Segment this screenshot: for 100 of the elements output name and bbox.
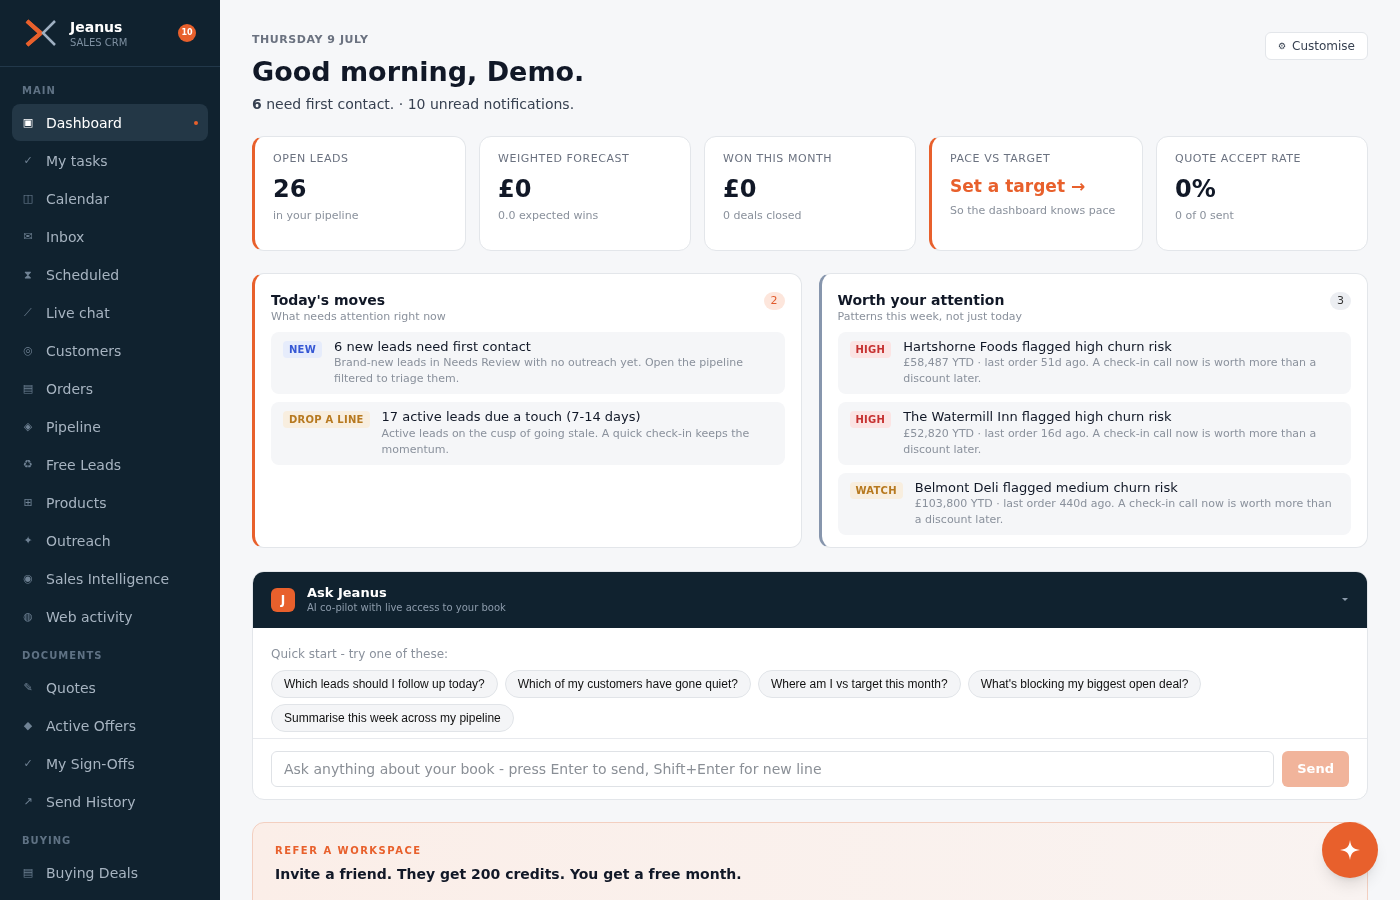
stat-value: £0 [498, 173, 533, 204]
sidebar-item[interactable]: ♻ Free Leads [12, 446, 208, 483]
caret-icon[interactable] [1341, 597, 1349, 603]
sidebar-item[interactable]: ◍ Web activity [12, 598, 208, 635]
section-heading: MAIN [21, 84, 57, 98]
logo-icon [24, 18, 58, 48]
suggestion-chip[interactable]: Where am I vs target this month? [757, 669, 961, 698]
stat-note: 0.0 expected wins [498, 207, 600, 223]
item-title: 17 active leads due a touch (7-14 days) [381, 409, 642, 426]
nav-icon: ♻ [22, 456, 34, 473]
count-badge: 2 [763, 292, 785, 311]
tag: NEW [283, 341, 322, 358]
stat-value: 0% [1175, 173, 1217, 204]
nav-icon: ◫ [22, 190, 34, 207]
item-detail: Brand-new leads in Needs Review with no outreach yet. Open the pipeline filtered to triage them. [334, 355, 744, 388]
nav-label: Web activity [46, 607, 133, 627]
brand-name: Jeanus [70, 17, 124, 37]
stat-note: 0 deals closed [723, 207, 803, 223]
sidebar-item[interactable]: ⟋ Live chat [12, 294, 208, 331]
sidebar-item[interactable]: ▣ Dashboard [12, 104, 208, 141]
assistant-title: Ask Jeanus [307, 585, 388, 602]
nav-label: Send History [46, 792, 136, 812]
customise-button[interactable]: ⚙ Customise [1264, 32, 1368, 60]
sidebar-item[interactable]: ◎ Customers [12, 332, 208, 369]
item-detail: £52,820 YTD · last order 16d ago. A check-in call now is worth more than a discount later. [903, 425, 1318, 458]
stat-note: 0 of 0 sent [1175, 207, 1235, 223]
sidebar-item[interactable]: ↗ Send History [12, 783, 208, 820]
insight-item[interactable]: HIGH Hartshorne Foods flagged high churn risk £58,487 YTD · last order 51d ago. A check-in call now is worth more than a discount later. [837, 332, 1351, 395]
nav-icon: ◎ [22, 342, 34, 359]
insight-item[interactable]: DROP A LINE 17 active leads due a touch (7-14 days) Active leads on the cusp of going stale. A quick check-in keeps the momentum. [271, 402, 785, 465]
sidebar-item[interactable]: ✓ My Sign-Offs [12, 745, 208, 782]
sidebar-item[interactable]: ▤ Buying Deals [12, 854, 208, 891]
sidebar-item[interactable]: ✓ My tasks [12, 142, 208, 179]
assistant-header[interactable]: J Ask Jeanus AI co-pilot with live access to your book [253, 571, 1367, 628]
sidebar-item[interactable]: ◫ Calendar [12, 180, 208, 217]
nav-icon: ▤ [22, 380, 34, 397]
nav-label: Free Leads [46, 455, 122, 475]
insight-item[interactable]: WATCH Belmont Deli flagged medium churn risk £103,800 YTD · last order 440d ago. A check-in call now is worth more than a discount later. [837, 472, 1351, 535]
suggestion-chip[interactable]: Summarise this week across my pipeline [271, 703, 514, 732]
nav-icon: ▣ [22, 114, 34, 131]
sidebar-item[interactable]: ✦ Outreach [12, 522, 208, 559]
sidebar-item[interactable]: ▤ Orders [12, 370, 208, 407]
nav-icon: ✓ [22, 152, 34, 169]
nav-label: Active Offers [46, 716, 137, 736]
nav-icon: ◉ [22, 570, 34, 587]
stat-value: £0 [723, 173, 758, 204]
assistant-avatar: J [271, 587, 295, 612]
nav-label: Outreach [46, 531, 111, 551]
nav-label: Pipeline [46, 417, 101, 437]
nav-icon: ⧗ [22, 266, 34, 283]
suggestion-chip[interactable]: Which of my customers have gone quiet? [504, 669, 751, 698]
summary-text: 6 need first contact. · 10 unread notifications. [252, 95, 576, 115]
nav-icon: ⟋ [22, 304, 34, 321]
item-title: Belmont Deli flagged medium churn risk [914, 479, 1179, 496]
sidebar-item[interactable]: ⧗ Scheduled [12, 256, 208, 293]
panel-title: Today's moves [271, 291, 387, 311]
nav-label: Live chat [46, 303, 110, 323]
insight-item[interactable]: NEW 6 new leads need first contact Brand-new leads in Needs Review with no outreach yet. Open the pipeline filtered to triage them. [271, 332, 785, 395]
nav-label: Products [46, 493, 107, 513]
item-title: 6 new leads need first contact [334, 339, 532, 356]
stat-label: PACE VS TARGET [950, 151, 1052, 168]
item-title: The Watermill Inn flagged high churn risk [903, 409, 1173, 426]
greeting: Good morning, Demo. [252, 54, 585, 89]
nav-label: Quotes [46, 678, 96, 698]
item-detail: £103,800 YTD · last order 440d ago. A check-in call now is worth more than a discount later. [914, 495, 1333, 528]
nav-label: Inbox [46, 227, 85, 247]
sidebar-item[interactable]: ◉ Sales Intelligence [12, 560, 208, 597]
nav-label: Calendar [46, 189, 109, 209]
tag: HIGH [849, 341, 892, 358]
sidebar-item[interactable]: ⊞ Products [12, 484, 208, 521]
nav-icon: ↗ [22, 793, 34, 810]
panel-subtitle: Patterns this week, not just today [837, 310, 1023, 324]
sidebar-item[interactable]: ✎ Quotes [12, 669, 208, 706]
referral-title: Invite a friend. They get 200 credits. You get a free month. [275, 864, 743, 884]
nav-icon: ✎ [22, 679, 34, 696]
sidebar-item[interactable]: ◆ Active Offers [12, 707, 208, 744]
stat-label: WON THIS MONTH [723, 151, 834, 168]
nav-icon: ◆ [22, 717, 34, 734]
assistant-subtitle: AI co-pilot with live access to your book [307, 601, 506, 615]
suggestion-chip[interactable]: What's blocking my biggest open deal? [967, 669, 1202, 698]
nav-icon: ✓ [22, 755, 34, 772]
suggestion-chip[interactable]: Which leads should I follow up today? [271, 669, 498, 698]
insight-item[interactable]: HIGH The Watermill Inn flagged high churn risk £52,820 YTD · last order 16d ago. A check-in call now is worth more than a discount later. [837, 402, 1351, 465]
brand-tagline: SALES CRM [70, 36, 128, 50]
sparkle-icon [1340, 840, 1360, 860]
sidebar-item[interactable]: ◈ Pipeline [12, 408, 208, 445]
stat-label: QUOTE ACCEPT RATE [1175, 151, 1302, 168]
ask-input[interactable]: Ask anything about your book - press Enter to send, Shift+Enter for new line [271, 750, 1275, 787]
nav-icon: ✉ [22, 228, 34, 245]
stat-value: 26 [273, 173, 308, 204]
tag: DROP A LINE [283, 411, 370, 429]
sidebar-item[interactable]: ✉ Inbox [12, 218, 208, 255]
panel-title: Worth your attention [837, 291, 1006, 311]
settings-icon: ⚙ [1277, 40, 1287, 52]
referral-eyebrow: REFER A WORKSPACE [275, 843, 423, 858]
nav-label: Buying Deals [46, 863, 139, 883]
item-title: Hartshorne Foods flagged high churn risk [903, 339, 1173, 356]
date-label: THURSDAY 9 JULY [252, 32, 370, 48]
nav-icon: ⊞ [22, 494, 34, 511]
item-detail: £58,487 YTD · last order 51d ago. A check-in call now is worth more than a discount later. [903, 355, 1318, 388]
